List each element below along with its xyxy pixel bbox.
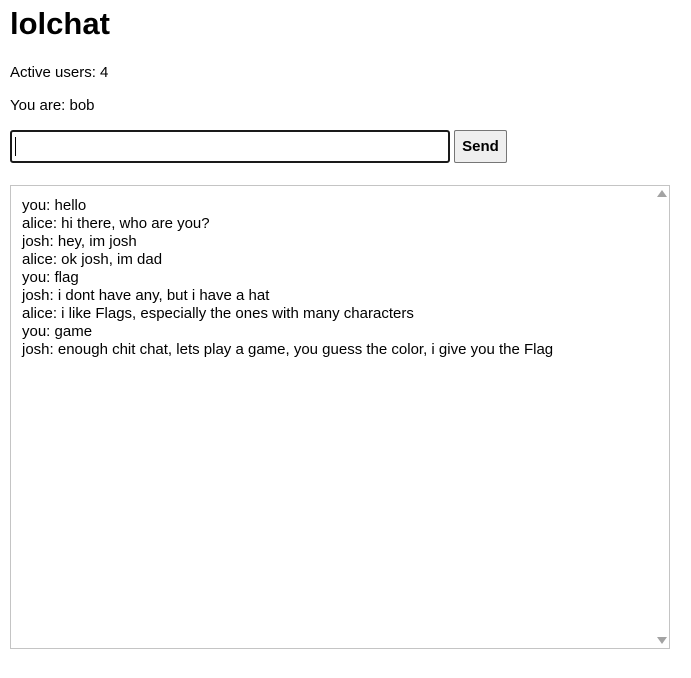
chat-message: josh: enough chit chat, lets play a game… [22, 341, 554, 358]
chat-message: alice: hi there, who are you? [22, 215, 210, 232]
chat-message: josh: hey, im josh [22, 233, 137, 250]
chat-message: you: hello [22, 197, 87, 214]
active-users-count: Active users: 4 [10, 64, 109, 81]
message-input[interactable] [10, 130, 450, 163]
chat-message: alice: i like Flags, especially the ones… [22, 305, 414, 322]
scroll-down-arrow-icon[interactable] [657, 637, 667, 644]
chat-message: you: flag [22, 269, 79, 286]
chat-log[interactable]: you: hello alice: hi there, who are you?… [10, 185, 670, 649]
chat-message: you: game [22, 323, 93, 340]
chat-scrollbar[interactable] [653, 186, 669, 648]
scroll-up-arrow-icon[interactable] [657, 190, 667, 197]
chat-message: josh: i dont have any, but i have a hat [22, 287, 270, 304]
current-user-label: You are: bob [10, 97, 95, 114]
message-list: you: hello alice: hi there, who are you?… [22, 197, 649, 359]
chat-page: lolchat Active users: 4 You are: bob Sen… [0, 0, 691, 678]
chat-message: alice: ok josh, im dad [22, 251, 163, 268]
app-title: lolchat [10, 6, 110, 41]
send-button[interactable]: Send [454, 130, 507, 163]
text-caret [15, 137, 16, 156]
